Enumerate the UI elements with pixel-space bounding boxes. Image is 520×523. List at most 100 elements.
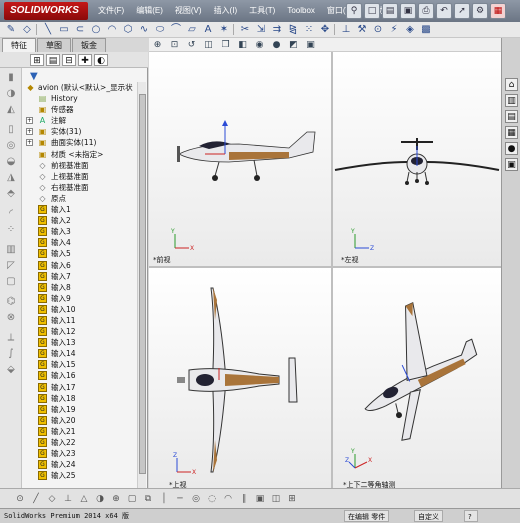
tree-item[interactable]: G 输入4 [24,237,136,248]
point-icon[interactable]: ✶ [217,23,231,36]
polygon-icon[interactable]: ⬡ [121,23,135,36]
expand-icon[interactable]: + [26,117,33,125]
single-view-icon[interactable]: ▣ [254,494,266,504]
design-library-icon[interactable]: ▥ [505,94,518,107]
move-entities-icon[interactable]: ✥ [318,23,332,36]
instant3d-icon[interactable]: ⬙ [4,364,18,376]
menu-edit[interactable]: 编辑(E) [130,0,169,22]
tab-sheet-metal[interactable]: 钣金 [72,38,106,52]
appearances-scenes-icon[interactable]: ● [505,142,518,155]
tree-item[interactable]: G 输入3 [24,226,136,237]
relations-icon[interactable]: ⊥ [339,23,353,36]
view-orientation-icon[interactable]: ❒ [219,40,232,50]
smart-dimension-icon[interactable]: ◇ [20,23,34,36]
convert-entities-icon[interactable]: ⇲ [254,23,268,36]
tree-item[interactable]: G 输入22 [24,437,136,448]
rib-icon[interactable]: ▥ [4,244,18,256]
rectangle-icon[interactable]: ▭ [57,23,71,36]
linear-pattern-icon[interactable]: ⁙ [302,23,316,36]
tree-item[interactable]: G 输入17 [24,382,136,393]
symmetric-tool-icon[interactable]: ⧉ [142,494,154,504]
wrap-icon[interactable]: ⌬ [4,296,18,308]
view-settings-icon[interactable]: ▣ [304,40,317,50]
graphics-area[interactable]: ⊕ ⊡ ↺ ◫ ❒ ◧ ◉ ● ◩ ▣ Y X Y Z Z X Y X Z *前… [149,38,501,489]
solidworks-resources-icon[interactable]: ⌂ [505,78,518,91]
tree-item[interactable]: G 输入25 [24,470,136,481]
undo-icon[interactable]: ↶ [436,3,452,19]
extruded-boss-icon[interactable]: ▮ [4,72,18,84]
custom-properties-icon[interactable]: ▣ [505,158,518,171]
revolved-cut-icon[interactable]: ◒ [4,156,18,168]
display-manager-icon[interactable]: ◐ [94,54,108,66]
units-selector[interactable]: 自定义 [414,510,443,522]
horizontal-tool-icon[interactable]: ─ [174,494,186,504]
sketch-toggle-icon[interactable]: ⊙ [14,494,26,504]
property-manager-icon[interactable]: ▤ [46,54,60,66]
sketch-icon[interactable]: ✎ [4,23,18,36]
solidworks-logo[interactable]: SOLIDWORKS [4,2,88,20]
menu-insert[interactable]: 插入(I) [208,0,244,22]
select-icon[interactable]: ➚ [454,3,470,19]
tree-item[interactable]: G 输入11 [24,315,136,326]
centerline-tool-icon[interactable]: ⊥ [62,494,74,504]
new-document-icon[interactable]: □ [364,3,380,19]
equal-tool-icon[interactable]: ◑ [94,494,106,504]
viewport-splitter-vertical[interactable] [331,52,333,488]
scrollbar-thumb[interactable] [139,94,146,474]
repair-sketch-icon[interactable]: ⚒ [355,23,369,36]
tree-item[interactable]: G 输入23 [24,448,136,459]
tab-features[interactable]: 特征 [2,38,36,52]
viewport-isometric[interactable]: Y X Z [333,268,501,488]
instant2d-icon[interactable]: ◈ [403,23,417,36]
tree-item[interactable]: ◇ 原点 [24,193,136,204]
zoom-to-area-icon[interactable]: ⊡ [168,40,181,50]
tree-item[interactable]: G 输入16 [24,370,136,381]
offset-icon[interactable]: ⇉ [270,23,284,36]
tree-item[interactable]: G 输入13 [24,337,136,348]
midpoint-tool-icon[interactable]: ⊕ [110,494,122,504]
mirror-icon[interactable]: ⧎ [286,23,300,36]
tree-item[interactable]: ▣ 传感器 [24,104,136,115]
tree-item[interactable]: ◇ 右视基准面 [24,182,136,193]
plane-sketch-icon[interactable]: ▱ [185,23,199,36]
text-icon[interactable]: A [201,23,215,36]
extruded-cut-icon[interactable]: ▯ [4,124,18,136]
tree-item[interactable]: + ▣ 曲面实体(11) [24,137,136,148]
rebuild-icon[interactable]: ⚙ [472,3,488,19]
tree-item[interactable]: G 输入6 [24,260,136,271]
tree-item[interactable]: G 输入8 [24,282,136,293]
tree-item[interactable]: G 输入2 [24,215,136,226]
file-explorer-icon[interactable]: ▤ [505,110,518,123]
tree-item[interactable]: ◇ 上视基准面 [24,171,136,182]
shell-icon[interactable]: ▢ [4,276,18,288]
filter-icon[interactable]: ▼ [30,71,38,82]
tree-item[interactable]: + ▣ 实体(31) [24,126,136,137]
tree-item[interactable]: ▤ History [24,93,136,104]
swept-boss-icon[interactable]: ◭ [4,104,18,116]
display-style-icon[interactable]: ◧ [236,40,249,50]
slot-icon[interactable]: ⊂ [73,23,87,36]
tree-item[interactable]: G 输入7 [24,271,136,282]
expand-icon[interactable]: + [26,139,33,147]
menu-file[interactable]: 文件(F) [92,0,130,22]
tree-root[interactable]: ◆ avion (默认<默认>_显示状 [24,82,136,93]
previous-view-icon[interactable]: ↺ [185,40,198,50]
revolved-boss-icon[interactable]: ◑ [4,88,18,100]
tree-scrollbar[interactable] [137,82,146,488]
rapid-sketch-icon[interactable]: ⚡ [387,23,401,36]
hole-wizard-icon[interactable]: ◎ [4,140,18,152]
concentric-tool-icon[interactable]: ◌ [206,494,218,504]
tangent-tool-icon[interactable]: ◠ [222,494,234,504]
tree-item[interactable]: G 输入12 [24,326,136,337]
expand-icon[interactable]: + [26,128,33,136]
pin-icon[interactable]: ⚲ [346,3,362,19]
tree-item[interactable]: G 输入5 [24,248,136,259]
quick-snaps-icon[interactable]: ⊙ [371,23,385,36]
tree-item[interactable]: G 输入24 [24,459,136,470]
dimxpert-icon[interactable]: ✚ [78,54,92,66]
feature-manager-icon[interactable]: ⊞ [30,54,44,66]
tree-item[interactable]: G 输入9 [24,293,136,304]
menu-toolbox[interactable]: Toolbox [281,0,321,22]
tree-item[interactable]: G 输入10 [24,304,136,315]
help-icon[interactable]: ? [464,510,478,522]
